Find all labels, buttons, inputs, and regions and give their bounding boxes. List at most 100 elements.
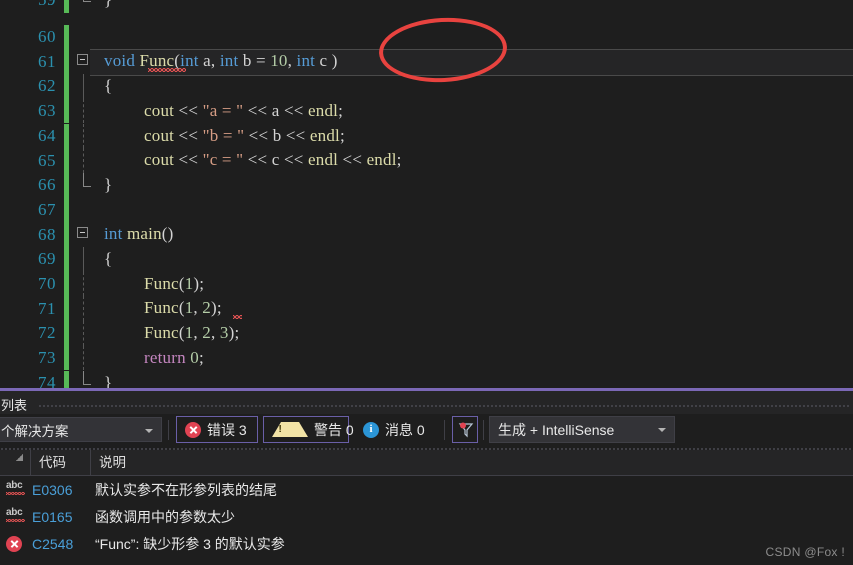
- fold-minus-box[interactable]: [77, 227, 88, 239]
- code-line[interactable]: 70 Func(1);: [0, 271, 853, 297]
- messages-filter-label: 消息 0: [385, 421, 425, 438]
- outline-end-bracket: [83, 0, 91, 2]
- code-token: ;: [338, 100, 344, 120]
- code-line[interactable]: 74}: [0, 370, 853, 389]
- code-line[interactable]: 63 cout << "a = " << a << endl;: [0, 98, 853, 124]
- code-line[interactable]: 66}: [0, 172, 853, 198]
- outline-guide-dashed: [76, 148, 90, 173]
- code-line[interactable]: 64 cout << "b = " << b << endl;: [0, 123, 853, 149]
- code-token: <<: [338, 150, 367, 170]
- gutter-gap: [69, 321, 76, 346]
- line-number: 73: [38, 348, 56, 368]
- grid-corner-icon[interactable]: [0, 450, 30, 475]
- outline-guide: [76, 74, 90, 99]
- fold-collapse-icon[interactable]: [76, 222, 90, 247]
- line-number: 59: [0, 0, 64, 10]
- code-token: "a = ": [202, 100, 244, 120]
- code-line[interactable]: 67: [0, 197, 853, 223]
- code-editor[interactable]: 59} 60 61 void Func(int a, int b = 10, int …: [0, 0, 853, 388]
- code-line-text: cout << "a = " << a << endl;: [144, 101, 343, 121]
- build-scope-dropdown[interactable]: 生成 + IntelliSense: [489, 416, 675, 443]
- code-token: Func: [144, 273, 179, 293]
- warnings-filter-button[interactable]: 警告 0: [263, 416, 354, 443]
- code-line[interactable]: 72 Func(1, 2, 3);: [0, 321, 853, 346]
- panel-tab-strip[interactable]: 列表: [0, 391, 853, 414]
- code-line[interactable]: 61 void Func(int a, int b = 10, int c ): [0, 49, 853, 77]
- code-token: <<: [279, 100, 308, 120]
- code-token: }: [104, 0, 112, 9]
- code-line[interactable]: 60: [0, 24, 853, 50]
- code-line-text: int main(): [104, 224, 174, 244]
- line-number: 74: [38, 372, 56, 388]
- row-code-cell: C2548: [32, 535, 74, 552]
- code-token: endl: [366, 150, 397, 170]
- row-description-cell: “Func”: 缺少形参 3 的默认实参: [95, 535, 285, 552]
- fold-minus-box[interactable]: [77, 54, 88, 66]
- panel-drag-rail: [38, 404, 849, 407]
- code-token: c: [315, 51, 332, 71]
- gutter-gap: [69, 296, 76, 321]
- code-line-text: void Func(int a, int b = 10, int c ): [104, 51, 338, 71]
- code-line-text: }: [104, 373, 112, 389]
- chevron-down-icon-2: [658, 428, 666, 432]
- code-token: return: [144, 347, 186, 367]
- line-number: 72: [38, 323, 56, 343]
- outline-line-dashed: [83, 271, 84, 297]
- code-token: a,: [198, 51, 220, 71]
- code-line[interactable]: 69 {: [0, 247, 853, 272]
- filter-settings-button[interactable]: [452, 416, 478, 443]
- code-line[interactable]: 68 int main(): [0, 222, 853, 247]
- fold-collapse-icon[interactable]: [76, 49, 90, 74]
- code-token: 0: [190, 347, 199, 367]
- code-line[interactable]: 73 return 0;: [0, 345, 853, 371]
- code-token: ;: [234, 323, 240, 343]
- row-description-cell: 函数调用中的参数太少: [95, 508, 235, 525]
- code-token: <<: [279, 150, 308, 170]
- code-line[interactable]: 62 {: [0, 74, 853, 99]
- line-number: 71: [38, 298, 56, 318]
- code-token: ,: [287, 51, 297, 71]
- code-token: <<: [243, 150, 272, 170]
- table-row[interactable]: C2548 “Func”: 缺少形参 3 的默认实参: [0, 530, 853, 557]
- gutter-gap: [69, 371, 76, 389]
- code-token: main: [127, 224, 162, 244]
- scope-dropdown[interactable]: 个解决方案: [0, 417, 162, 442]
- column-header-description[interactable]: 说明: [90, 450, 390, 475]
- code-line[interactable]: 65 cout << "c = " << c << endl << endl;: [0, 148, 853, 173]
- code-token: Func: [144, 298, 179, 318]
- line-number: 63: [38, 101, 56, 121]
- scope-dropdown-value: 个解决方案: [1, 423, 69, 439]
- abc-squiggle: [6, 492, 25, 495]
- line-number: 70: [38, 274, 56, 294]
- code-token: {: [104, 249, 113, 268]
- code-line[interactable]: 59}: [0, 0, 853, 13]
- gutter-gap: [69, 74, 76, 99]
- table-row[interactable]: abc E0165 函数调用中的参数太少: [0, 503, 853, 530]
- errors-filter-button[interactable]: 错误 3: [176, 416, 258, 443]
- tab-error-list[interactable]: 列表: [1, 395, 27, 414]
- line-number: 64: [38, 125, 56, 145]
- chevron-down-icon: [145, 429, 153, 433]
- error-grid-header: 代码 说明: [0, 450, 853, 476]
- code-token: ,: [211, 323, 220, 343]
- table-row[interactable]: abc E0306 默认实参不在形参列表的结尾: [0, 476, 853, 503]
- abc-label: abc: [6, 480, 23, 491]
- abc-label: abc: [6, 507, 23, 518]
- code-line-text: return 0;: [144, 348, 204, 368]
- code-line-text: {: [104, 76, 112, 96]
- toolbar-separator-2: [444, 420, 445, 440]
- code-token: <<: [174, 150, 203, 170]
- column-header-code[interactable]: 代码: [30, 450, 90, 475]
- code-token: void: [104, 51, 136, 71]
- code-token: ;: [216, 298, 222, 318]
- messages-filter-button[interactable]: 消息 0: [354, 416, 440, 443]
- code-token: ;: [396, 150, 402, 170]
- code-token: <<: [281, 125, 310, 145]
- outline-guide: [76, 247, 90, 272]
- gutter-gap: [69, 198, 76, 223]
- line-number: 62: [38, 76, 56, 96]
- code-token: ;: [198, 347, 204, 367]
- code-token: {: [104, 76, 113, 96]
- outline-line-dashed: [83, 123, 84, 149]
- code-line[interactable]: 71 Func(1, 2);: [0, 296, 853, 322]
